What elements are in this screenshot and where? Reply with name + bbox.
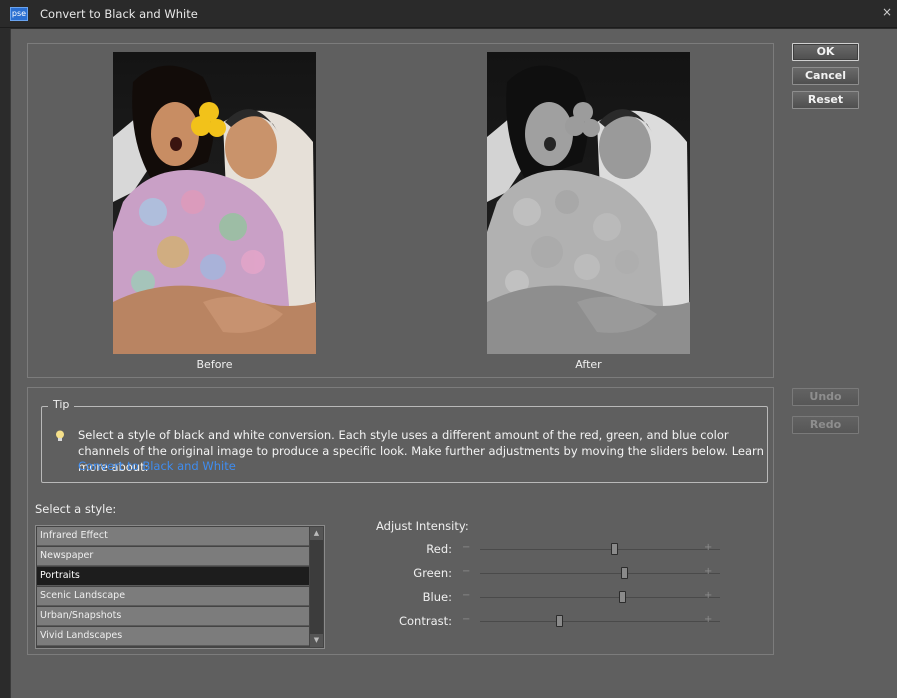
window-title: Convert to Black and White	[40, 7, 198, 21]
app-icon: pse	[10, 7, 28, 21]
before-label: Before	[196, 358, 233, 371]
scroll-up-icon[interactable]: ▲	[310, 527, 323, 540]
plus-icon: +	[704, 614, 713, 625]
dialog-body: Before After OK Cancel Reset Undo Redo S…	[10, 29, 897, 698]
style-item-infrared-effect[interactable]: Infrared Effect	[37, 527, 309, 546]
slider-green: Green: − +	[358, 566, 720, 582]
slider-track[interactable]	[480, 567, 720, 579]
close-icon[interactable]: ×	[881, 6, 893, 18]
style-list-scrollbar[interactable]: ▲ ▼	[310, 527, 323, 647]
undo-button[interactable]: Undo	[792, 388, 859, 406]
before-image	[113, 52, 316, 354]
plus-icon: +	[704, 566, 713, 577]
learn-more-link[interactable]: Convert to Black and White	[78, 459, 236, 473]
plus-icon: +	[704, 542, 713, 553]
lightbulb-icon	[56, 430, 64, 441]
slider-track[interactable]	[480, 543, 720, 555]
slider-label: Contrast:	[398, 614, 452, 628]
style-item-urban-snapshots[interactable]: Urban/Snapshots	[37, 607, 309, 626]
tip-legend: Tip	[48, 398, 75, 411]
tip-box: Select a style of black and white conver…	[41, 406, 768, 483]
cancel-button[interactable]: Cancel	[792, 67, 859, 85]
reset-button[interactable]: Reset	[792, 91, 859, 109]
adjustments-panel: Select a style of black and white conver…	[27, 387, 774, 655]
slider-red: Red: − +	[358, 542, 720, 558]
intensity-label: Adjust Intensity:	[376, 519, 469, 533]
style-item-scenic-landscape[interactable]: Scenic Landscape	[37, 587, 309, 606]
slider-label: Red:	[426, 542, 452, 556]
minus-icon: −	[462, 614, 471, 625]
scroll-down-icon[interactable]: ▼	[310, 634, 323, 647]
preview-panel: Before After	[27, 43, 774, 378]
slider-contrast: Contrast: − +	[358, 614, 720, 630]
ok-button[interactable]: OK	[792, 43, 859, 61]
style-item-newspaper[interactable]: Newspaper	[37, 547, 309, 566]
style-label: Select a style:	[35, 502, 117, 516]
slider-thumb[interactable]	[611, 543, 619, 555]
minus-icon: −	[462, 590, 471, 601]
style-list[interactable]: Infrared Effect Newspaper Portraits Scen…	[35, 525, 325, 649]
after-label: After	[575, 358, 602, 371]
minus-icon: −	[462, 566, 471, 577]
slider-blue: Blue: − +	[358, 590, 720, 606]
style-item-vivid-landscapes[interactable]: Vivid Landscapes	[37, 627, 309, 646]
slider-thumb[interactable]	[621, 567, 628, 579]
slider-thumb[interactable]	[618, 591, 626, 603]
plus-icon: +	[704, 590, 713, 601]
title-bar: pse Convert to Black and White ×	[0, 0, 897, 28]
slider-track[interactable]	[480, 591, 720, 603]
slider-thumb[interactable]	[556, 615, 564, 627]
slider-track[interactable]	[480, 615, 720, 627]
slider-label: Blue:	[422, 590, 452, 604]
redo-button[interactable]: Redo	[792, 416, 859, 434]
minus-icon: −	[462, 542, 471, 553]
slider-label: Green:	[413, 566, 452, 580]
style-item-portraits[interactable]: Portraits	[37, 567, 309, 586]
after-image	[487, 52, 690, 354]
